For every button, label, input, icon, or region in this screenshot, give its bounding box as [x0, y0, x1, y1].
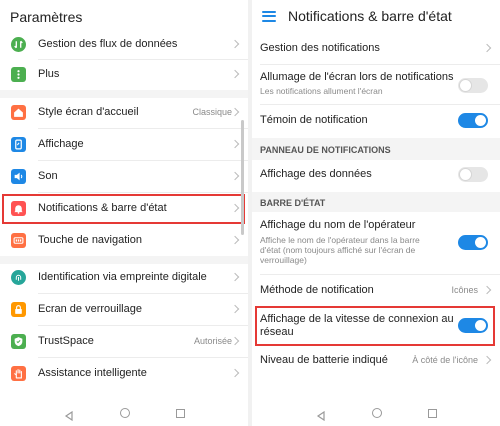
network-speed-toggle[interactable]: [458, 318, 488, 333]
operator-name-subtitle-3: verrouillage): [260, 255, 307, 265]
notification-method-value: Icônes: [451, 285, 478, 295]
wake-screen-item[interactable]: Allumage de l'écran lors de notification…: [252, 68, 500, 102]
section-divider: [0, 90, 248, 98]
battery-level-value: À côté de l'icône: [412, 355, 478, 365]
recent-apps-icon[interactable]: [175, 408, 185, 418]
notification-method-label: Méthode de notification: [260, 284, 374, 296]
data-display-label: Affichage des données: [260, 168, 372, 180]
notifications-panel: Notifications & barre d'état Gestion des…: [252, 0, 500, 426]
settings-item-label: Style écran d'accueil: [38, 106, 139, 118]
operator-name-label: Affichage du nom de l'opérateur: [260, 219, 416, 231]
sound-icon: [11, 168, 26, 184]
section-title-panel: PANNEAU DE NOTIFICATIONS: [260, 145, 391, 155]
chevron-right-icon: [230, 304, 240, 314]
operator-name-item[interactable]: Affichage du nom de l'opérateur Affiche …: [252, 214, 500, 270]
settings-item-label: Affichage: [38, 138, 84, 150]
page-title: Paramètres: [10, 9, 83, 25]
manage-notifications-label: Gestion des notifications: [260, 42, 380, 54]
settings-item-label: Identification via empreinte digitale: [38, 271, 207, 283]
notification-led-toggle[interactable]: [458, 112, 488, 128]
chevron-right-icon: [230, 171, 240, 181]
settings-item-label: Plus: [38, 68, 60, 80]
wake-screen-label: Allumage de l'écran lors de notification…: [260, 71, 454, 83]
navigation-key-icon: [11, 232, 26, 248]
back-icon[interactable]: [64, 408, 74, 422]
settings-item-label: Assistance intelligente: [38, 367, 147, 379]
settings-item-label: Touche de navigation: [38, 234, 142, 246]
chevron-right-icon: [230, 203, 240, 213]
nav-bar: [252, 400, 500, 426]
settings-item-trustspace[interactable]: TrustSpace Autorisée: [0, 329, 248, 353]
chevron-right-icon: [230, 235, 240, 245]
home-style-icon: [11, 104, 26, 120]
operator-name-toggle[interactable]: [458, 235, 488, 250]
settings-item-label: TrustSpace: [38, 335, 94, 347]
lock-icon: [11, 301, 26, 317]
settings-item-label: Notifications & barre d'état: [38, 202, 167, 214]
notification-led-label: Témoin de notification: [260, 114, 368, 126]
section-title-status: BARRE D'ÉTAT: [260, 198, 326, 208]
page-title: Notifications & barre d'état: [288, 8, 452, 24]
notification-led-item[interactable]: Témoin de notification: [252, 108, 500, 132]
settings-item-fingerprint[interactable]: Identification via empreinte digitale: [0, 265, 248, 289]
battery-level-label: Niveau de batterie indiqué: [260, 354, 388, 366]
recent-apps-icon[interactable]: [427, 408, 437, 418]
home-icon[interactable]: [119, 408, 130, 418]
display-icon: [11, 136, 26, 152]
menu-icon[interactable]: [262, 10, 276, 22]
settings-item-data-flow[interactable]: Gestion des flux de données: [0, 32, 248, 56]
chevron-right-icon: [482, 285, 492, 295]
hand-icon: [11, 365, 26, 381]
settings-item-navigation-key[interactable]: Touche de navigation: [0, 228, 248, 252]
settings-item-more[interactable]: Plus: [0, 62, 248, 86]
chevron-right-icon: [482, 43, 492, 53]
section-divider: [0, 256, 248, 264]
chevron-right-icon: [230, 336, 240, 346]
data-display-item[interactable]: Affichage des données: [252, 162, 500, 186]
chevron-right-icon: [230, 272, 240, 282]
notification-bell-icon: [11, 200, 26, 216]
settings-item-home-style[interactable]: Style écran d'accueil Classique: [0, 100, 248, 124]
settings-panel: Paramètres Gestion des flux de données P…: [0, 0, 248, 426]
chevron-right-icon: [230, 368, 240, 378]
wake-screen-subtitle: Les notifications allument l'écran: [260, 86, 383, 96]
network-speed-label-1: Affichage de la vitesse de connexion au: [260, 313, 454, 325]
chevron-right-icon: [482, 355, 492, 365]
chevron-right-icon: [230, 139, 240, 149]
data-display-toggle[interactable]: [458, 166, 488, 182]
settings-item-notifications[interactable]: Notifications & barre d'état: [0, 196, 248, 220]
settings-header: Paramètres: [0, 0, 248, 32]
chevron-right-icon: [230, 107, 240, 117]
more-icon: [11, 66, 26, 82]
data-flow-icon: [11, 36, 26, 52]
chevron-right-icon: [230, 39, 240, 49]
home-icon[interactable]: [371, 408, 382, 418]
notifications-header: Notifications & barre d'état: [252, 0, 500, 32]
settings-item-smart-assistance[interactable]: Assistance intelligente: [0, 361, 248, 385]
settings-item-sound[interactable]: Son: [0, 164, 248, 188]
manage-notifications-item[interactable]: Gestion des notifications: [252, 36, 500, 60]
settings-item-label: Ecran de verrouillage: [38, 303, 142, 315]
settings-item-display[interactable]: Affichage: [0, 132, 248, 156]
battery-level-item[interactable]: Niveau de batterie indiqué À côté de l'i…: [252, 348, 500, 372]
settings-item-label: Gestion des flux de données: [38, 38, 178, 50]
nav-bar: [0, 400, 248, 426]
wake-screen-toggle[interactable]: [458, 78, 488, 93]
operator-name-subtitle-1: Affiche le nom de l'opérateur dans la ba…: [260, 235, 420, 245]
chevron-right-icon: [230, 69, 240, 79]
fingerprint-icon: [11, 269, 26, 285]
scrollbar[interactable]: [241, 120, 244, 235]
network-speed-label-2: réseau: [260, 326, 294, 338]
operator-name-subtitle-2: d'état (nom toujours affiché sur l'écran…: [260, 245, 416, 255]
settings-item-label: Son: [38, 170, 58, 182]
settings-item-value: Autorisée: [193, 336, 232, 346]
notification-method-item[interactable]: Méthode de notification Icônes: [252, 278, 500, 302]
settings-item-lock-screen[interactable]: Ecran de verrouillage: [0, 297, 248, 321]
back-icon[interactable]: [316, 408, 326, 422]
network-speed-item[interactable]: Affichage de la vitesse de connexion au …: [252, 310, 500, 344]
shield-check-icon: [11, 333, 26, 349]
settings-item-value: Classique: [192, 107, 232, 117]
